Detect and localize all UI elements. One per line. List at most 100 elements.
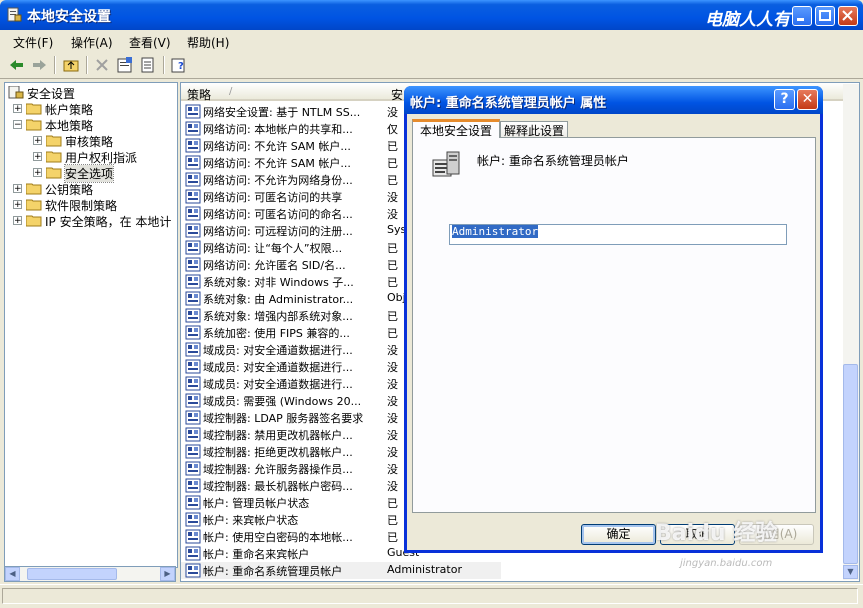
tree-item-label: 安全选项 (63, 164, 115, 183)
policy-icon (185, 563, 201, 578)
security-settings-icon (8, 86, 24, 99)
policy-icon (185, 529, 201, 544)
menu-action[interactable]: 操作(A) (71, 34, 113, 51)
policy-name-cell: 域控制器: 最长机器帐户密码... (203, 480, 353, 493)
policy-icon (185, 427, 201, 442)
policy-icon (185, 257, 201, 272)
folder-icon (26, 103, 42, 115)
status-cell (2, 588, 858, 604)
policy-icon (185, 342, 201, 357)
policy-name-cell: 网络访问: 让“每个人”权限... (203, 242, 343, 255)
toolbar-separator (86, 56, 88, 74)
policy-icon (185, 478, 201, 493)
policy-name-cell: 系统加密: 使用 FIPS 兼容的... (203, 327, 350, 340)
minimize-button[interactable] (792, 6, 812, 26)
up-folder-icon[interactable] (62, 56, 80, 74)
tree-expander-icon[interactable]: + (33, 136, 42, 146)
policy-icon (185, 104, 201, 119)
policy-name: 帐户: 重命名系统管理员帐户 (477, 154, 629, 168)
tree-item-label: 审核策略 (65, 135, 114, 149)
policy-name-cell: 域控制器: 禁用更改机器帐户... (203, 429, 353, 442)
help-icon[interactable]: ? (170, 56, 188, 74)
policy-icon (185, 155, 201, 170)
policy-name-cell: 网络访问: 本地帐户的共享和... (203, 123, 353, 136)
tree-expander-icon[interactable]: − (13, 120, 22, 130)
account-name-input[interactable]: Administrator (449, 224, 787, 245)
menu-view[interactable]: 查看(V) (129, 34, 171, 51)
scroll-right-button[interactable]: ▶ (160, 567, 175, 581)
tree-expander-icon[interactable]: + (33, 168, 42, 178)
tree-expander-icon[interactable]: + (33, 152, 42, 162)
folder-icon (46, 167, 62, 179)
ok-button[interactable]: 确定 (581, 524, 656, 545)
policy-name-cell: 域控制器: 允许服务器操作员... (203, 463, 353, 476)
tree-item-label: 本地策略 (45, 119, 94, 133)
account-name-value: Administrator (452, 225, 539, 238)
policy-icon (185, 495, 201, 510)
maximize-button[interactable] (815, 6, 835, 26)
policy-name-cell: 域控制器: LDAP 服务器签名要求 (203, 412, 364, 425)
policy-icon (185, 308, 201, 323)
policy-icon (185, 325, 201, 340)
tree-expander-icon[interactable]: + (13, 104, 22, 114)
export-list-icon[interactable] (139, 56, 157, 74)
question-icon: ? (780, 91, 789, 107)
policy-icon (185, 121, 201, 136)
tree-item-label: 软件限制策略 (45, 199, 118, 213)
scroll-thumb[interactable] (843, 364, 858, 564)
policy-name-cell: 域控制器: 拒绝更改机器帐户... (203, 446, 353, 459)
policy-name-cell: 域成员: 对安全通道数据进行... (203, 344, 353, 357)
folder-icon (46, 151, 62, 163)
tree-item-label: 安全设置 (27, 87, 76, 101)
close-icon: ✕ (801, 91, 814, 107)
menu-file[interactable]: 文件(F) (13, 34, 53, 51)
tree-expander-icon[interactable]: + (13, 216, 22, 226)
scroll-left-button[interactable]: ◀ (5, 567, 20, 581)
policy-name-cell: 网络访问: 不允许 SAM 帐户... (203, 140, 351, 153)
policy-icon (185, 240, 201, 255)
back-arrow-icon[interactable] (8, 56, 26, 74)
tab-local-security-setting[interactable]: 本地安全设置 (412, 119, 500, 138)
folder-icon (26, 215, 42, 227)
status-bar (0, 584, 863, 608)
policy-icon (185, 393, 201, 408)
menu-help[interactable]: 帮助(H) (187, 34, 229, 51)
svg-text:?: ? (178, 61, 184, 72)
policy-name-cell: 域成员: 对安全通道数据进行... (203, 378, 353, 391)
list-vertical-scrollbar[interactable]: ▼ (843, 84, 859, 580)
tree-expander-icon[interactable]: + (13, 200, 22, 210)
policy-icon (185, 512, 201, 527)
dialog-close-button[interactable]: ✕ (797, 89, 818, 110)
scroll-down-button[interactable]: ▼ (843, 565, 858, 579)
policy-icon (185, 291, 201, 306)
folder-icon (26, 199, 42, 211)
tree-pane[interactable]: 安全设置 + 帐户策略 − 本地策略 + 审核策略 + 用户权利指派 + 安全选项 + 公钥策略 + 软件限… (4, 82, 178, 568)
policy-icon (185, 546, 201, 561)
tree-item-label: 用户权利指派 (65, 151, 138, 165)
table-row[interactable]: 帐户: 重命名系统管理员帐户 Administrator (181, 562, 501, 579)
help-button[interactable]: ? (774, 89, 795, 110)
forward-arrow-icon[interactable] (30, 56, 48, 74)
folder-icon (46, 135, 62, 147)
scroll-thumb[interactable] (27, 568, 117, 580)
dialog-titlebar[interactable]: 帐户: 重命名系统管理员帐户 属性 ? ✕ (404, 86, 823, 114)
policy-name-cell: 网络访问: 可匿名访问的命名... (203, 208, 353, 221)
policy-icon (185, 410, 201, 425)
column-header-policy[interactable]: 策略 / (181, 83, 385, 102)
policy-icon (185, 461, 201, 476)
window-titlebar[interactable]: 本地安全设置 电脑人人有 (0, 0, 863, 30)
policy-name-cell: 网络访问: 不允许为网络身份... (203, 174, 353, 187)
baidu-watermark-url: jingyan.baidu.com (680, 558, 773, 569)
dialog-title: 帐户: 重命名系统管理员帐户 属性 (410, 96, 607, 111)
properties-icon[interactable] (116, 56, 134, 74)
maximize-icon (819, 10, 831, 21)
policy-name-cell: 网络访问: 可远程访问的注册... (203, 225, 353, 238)
tree-horizontal-scrollbar[interactable]: ◀ ▶ (4, 566, 176, 582)
policy-name-cell: 域成员: 需要强 (Windows 20... (203, 395, 362, 408)
close-button[interactable] (838, 6, 858, 26)
tree-item-label: IP 安全策略，在 本地计 (45, 215, 172, 229)
delete-icon[interactable] (93, 56, 111, 74)
security-settings-icon (7, 7, 22, 22)
policy-icon (185, 189, 201, 204)
tree-expander-icon[interactable]: + (13, 184, 22, 194)
